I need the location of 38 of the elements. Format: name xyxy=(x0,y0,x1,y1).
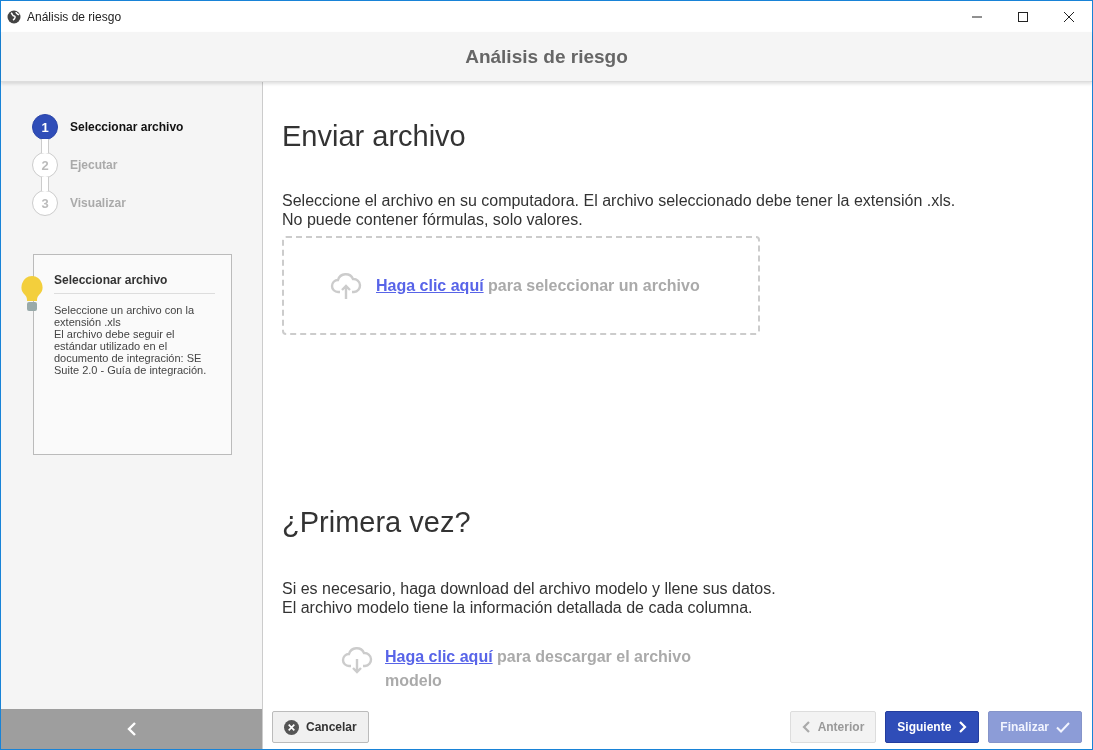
file-drop-zone[interactable]: Haga clic aquí para seleccionar un archivo xyxy=(282,236,760,335)
description-text: No puede contener fórmulas, solo valores. xyxy=(282,210,584,229)
step-label: Seleccionar archivo xyxy=(70,120,184,134)
help-title: Seleccionar archivo xyxy=(54,273,215,294)
step-number: 3 xyxy=(32,190,58,216)
lightbulb-icon xyxy=(20,275,44,313)
step-connector xyxy=(41,177,49,191)
cancel-button[interactable]: Cancelar xyxy=(272,711,369,743)
cloud-upload-icon xyxy=(330,270,362,301)
description-text: Si es necesario, haga download del archivo modelo y llene sus datos. xyxy=(282,579,777,598)
close-icon xyxy=(1064,11,1074,22)
step-label: Visualizar xyxy=(70,196,126,210)
chevron-left-icon xyxy=(126,722,137,736)
dialog-title: Análisis de riesgo xyxy=(465,45,628,68)
next-button[interactable]: Siguiente xyxy=(885,711,980,743)
maximize-icon xyxy=(1018,11,1028,22)
download-prompt: Haga clic aquí para descargar el archivo modelo xyxy=(385,647,692,691)
description-text: Seleccione el archivo en su computadora. El archivo seleccionado debe tener la extensión .xls. xyxy=(282,191,957,210)
step-connector xyxy=(41,139,49,153)
close-icon xyxy=(284,719,299,735)
upload-prompt: Haga clic aquí para seleccionar un archivo xyxy=(376,275,700,296)
chevron-right-icon xyxy=(958,721,968,733)
cloud-download-icon xyxy=(341,645,373,675)
help-text: Seleccione un archivo con la extensión .xls xyxy=(54,304,196,328)
step-label: Ejecutar xyxy=(70,158,118,172)
step-number: 1 xyxy=(32,114,58,140)
check-icon xyxy=(1056,721,1070,733)
download-link[interactable]: Haga clic aquí xyxy=(385,648,493,665)
section-title: Enviar archivo xyxy=(282,120,467,153)
step-number: 2 xyxy=(32,152,58,178)
help-text: El archivo debe seguir el estándar utilizado en el documento de integración: SE Suite 2.0 - Guía de integración. xyxy=(54,328,208,376)
upload-link[interactable]: Haga clic aquí xyxy=(376,276,484,294)
description-text: El archivo modelo tiene la información detallada de cada columna. xyxy=(282,598,754,617)
chevron-left-icon xyxy=(801,721,811,733)
globe-icon xyxy=(7,9,21,24)
section-title: ¿Primera vez? xyxy=(282,506,472,539)
window-title: Análisis de riesgo xyxy=(27,9,122,24)
collapse-button[interactable] xyxy=(1,709,262,749)
